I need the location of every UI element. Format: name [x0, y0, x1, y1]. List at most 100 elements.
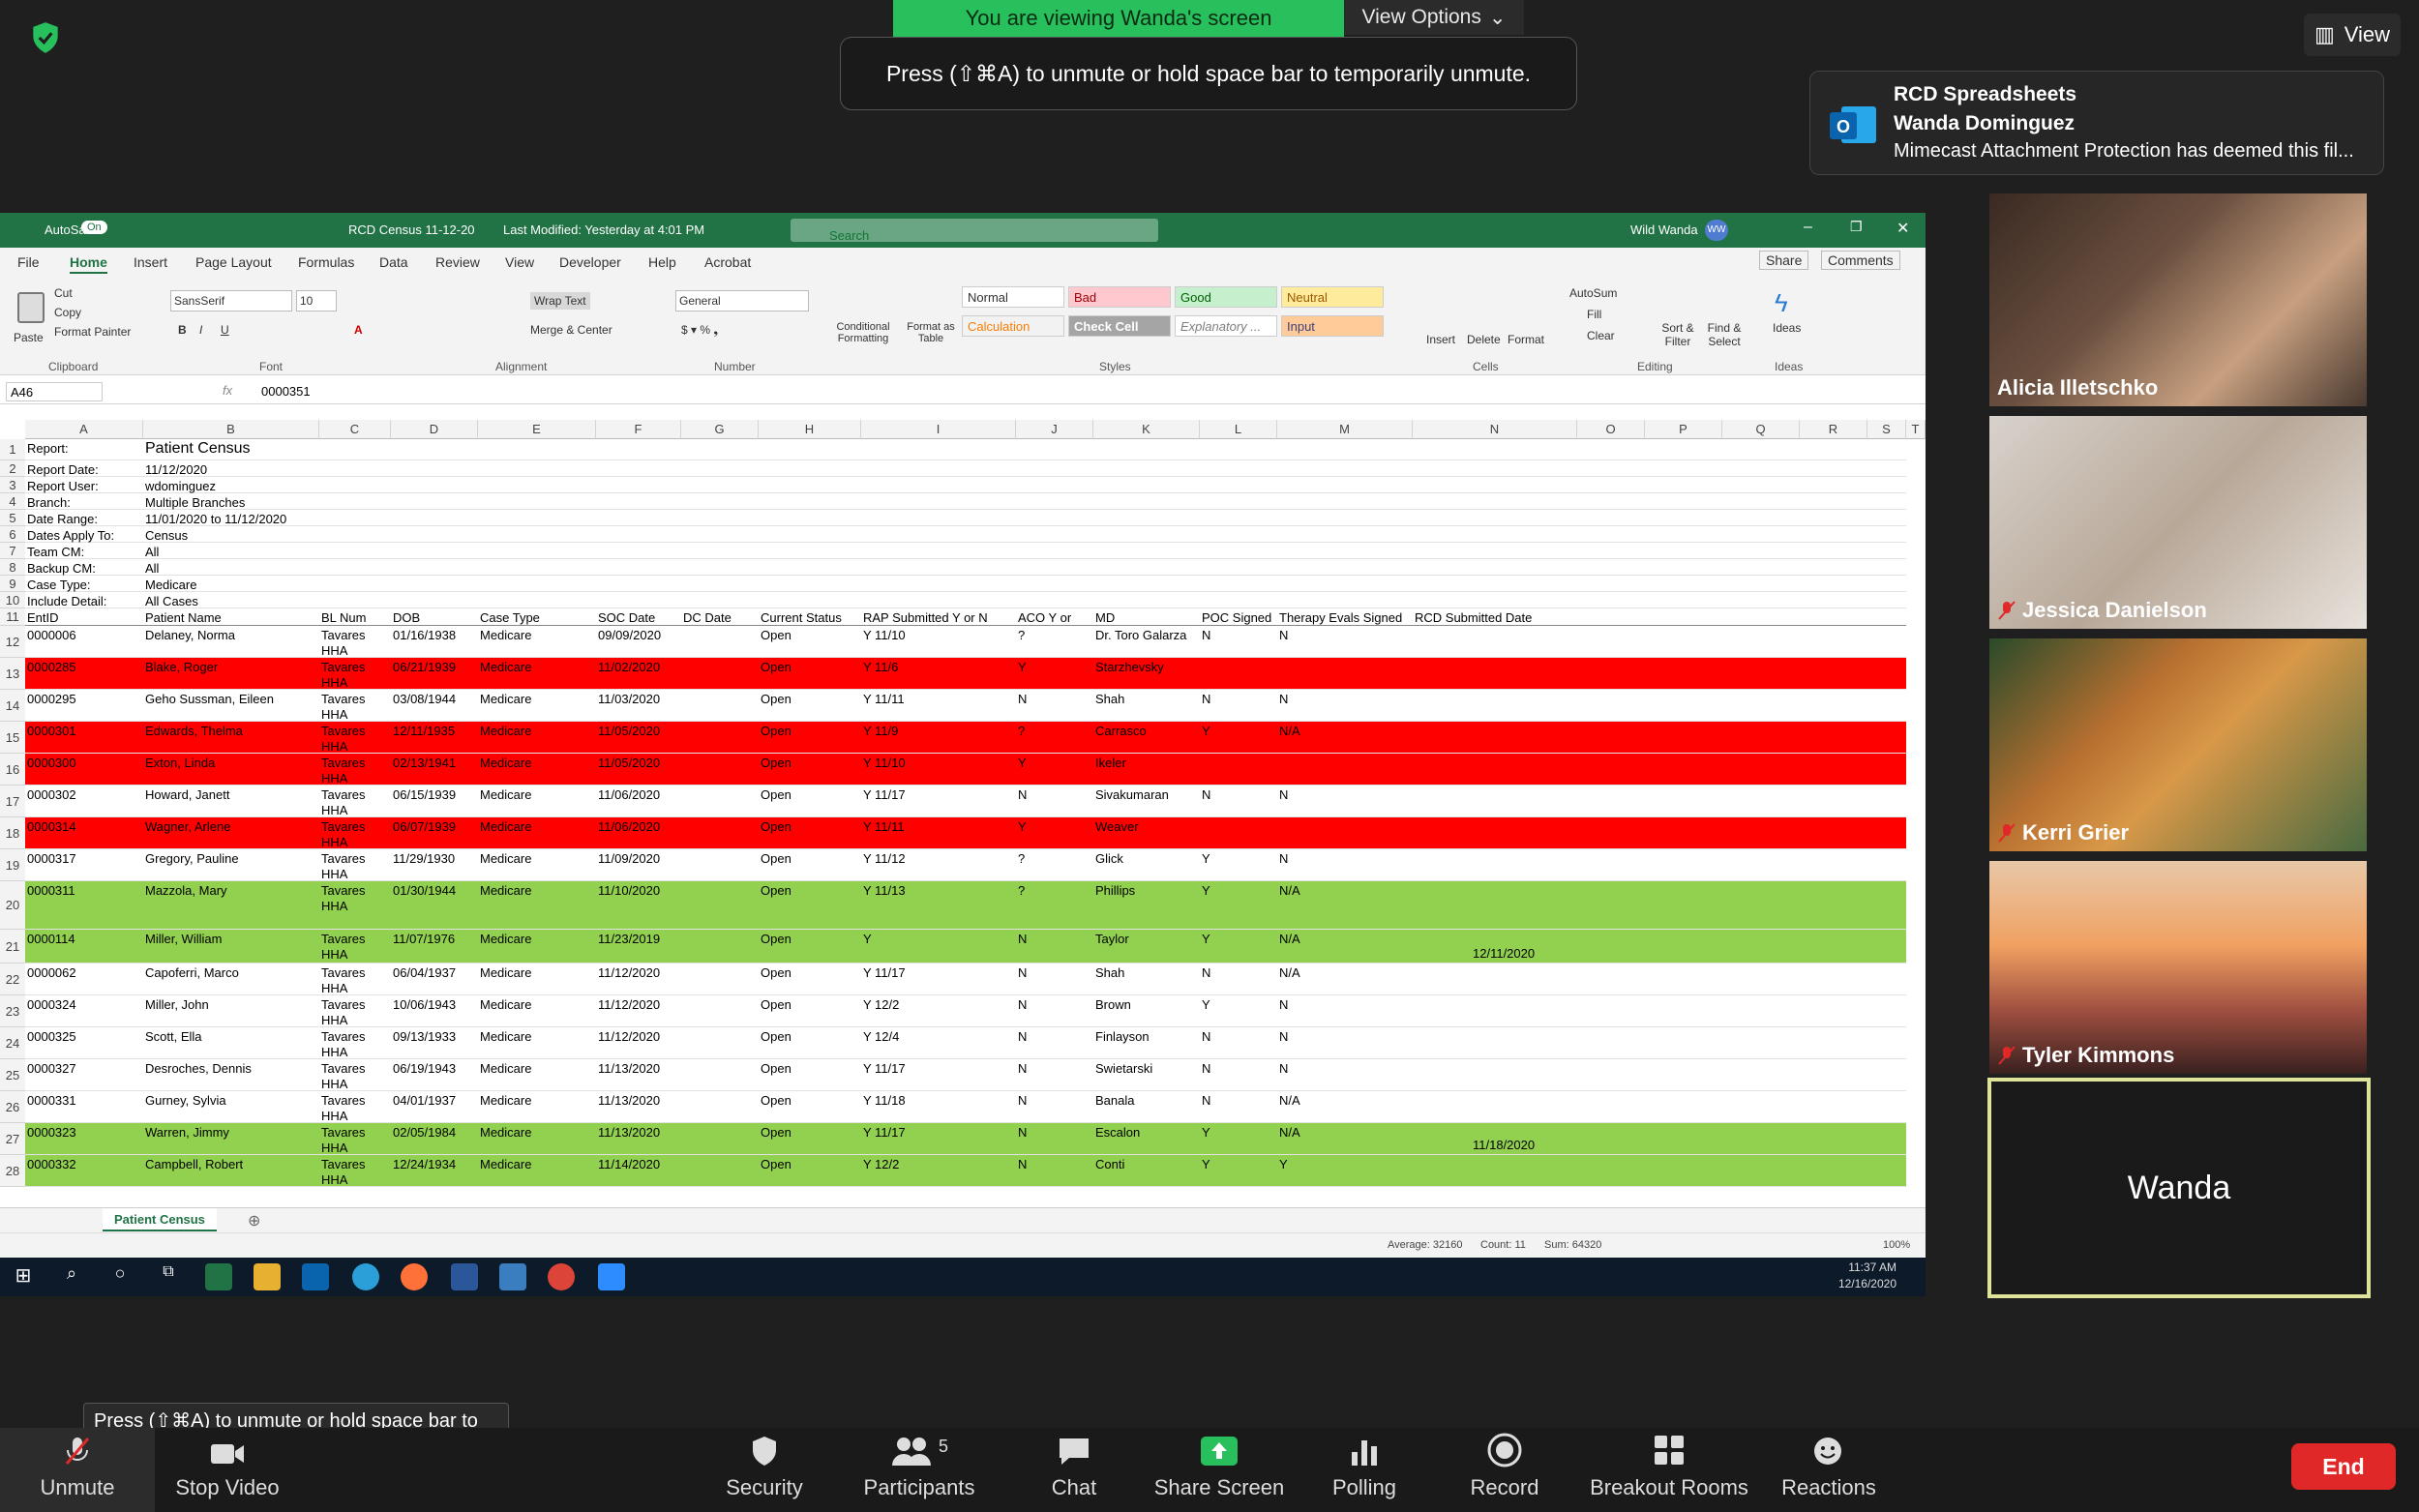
- chrome-icon[interactable]: [548, 1263, 575, 1290]
- comments-button[interactable]: Comments: [1821, 251, 1900, 270]
- cell[interactable]: Open: [761, 883, 859, 899]
- cell[interactable]: Y 11/11: [863, 819, 1014, 835]
- cell[interactable]: BL Num: [321, 610, 389, 626]
- column-header-m[interactable]: M: [1277, 420, 1413, 439]
- cell[interactable]: Y 11/10: [863, 628, 1014, 643]
- delete-cells-button[interactable]: Delete: [1467, 333, 1501, 346]
- firefox-icon[interactable]: [401, 1263, 428, 1290]
- cell[interactable]: N: [1018, 1093, 1091, 1109]
- row-header[interactable]: 20: [0, 881, 25, 930]
- cell[interactable]: RAP Submitted Y or N: [863, 610, 1014, 626]
- column-header-i[interactable]: I: [861, 420, 1016, 439]
- cell[interactable]: Exton, Linda: [145, 756, 317, 771]
- row-header[interactable]: 28: [0, 1155, 25, 1187]
- cell[interactable]: Warren, Jimmy: [145, 1125, 317, 1141]
- cell[interactable]: N: [1202, 787, 1275, 803]
- cell[interactable]: Tavares HHA: [321, 1157, 389, 1188]
- cell[interactable]: N/A: [1279, 1125, 1411, 1141]
- cell[interactable]: Report:: [27, 441, 141, 457]
- cell[interactable]: 0000325: [27, 1029, 141, 1045]
- table-row[interactable]: 0000302 Howard, Janett Tavares HHA 06/15/19…: [25, 786, 1906, 817]
- cell[interactable]: Team CM:: [27, 545, 141, 560]
- column-header-l[interactable]: L: [1200, 420, 1277, 439]
- cell[interactable]: 0000062: [27, 965, 141, 981]
- table-row[interactable]: 0000327 Desroches, Dennis Tavares HHA 06/19…: [25, 1059, 1906, 1091]
- table-row[interactable]: 0000114 Miller, William Tavares HHA 11/07/1…: [25, 930, 1906, 964]
- cell[interactable]: N/A: [1279, 965, 1411, 981]
- windows-start-icon[interactable]: ⊞: [10, 1263, 37, 1290]
- cell[interactable]: N: [1018, 932, 1091, 947]
- column-header-g[interactable]: G: [681, 420, 759, 439]
- style-normal[interactable]: Normal: [962, 286, 1064, 308]
- table-row[interactable]: 0000295 Geho Sussman, Eileen Tavares HHA 03…: [25, 690, 1906, 722]
- cell[interactable]: Escalon: [1095, 1125, 1198, 1141]
- table-row[interactable]: 0000325 Scott, Ella Tavares HHA 09/13/1933 M…: [25, 1027, 1906, 1059]
- tab-formulas[interactable]: Formulas: [298, 254, 354, 270]
- cell[interactable]: 0000317: [27, 851, 141, 867]
- cell[interactable]: Conti: [1095, 1157, 1198, 1172]
- cell[interactable]: 0000327: [27, 1061, 141, 1077]
- sort-filter-button[interactable]: Sort & Filter: [1655, 321, 1701, 348]
- row-header[interactable]: 25: [0, 1059, 25, 1091]
- table-row[interactable]: 0000062 Capoferri, Marco Tavares HHA 06/04/…: [25, 964, 1906, 995]
- cell[interactable]: Delaney, Norma: [145, 628, 317, 643]
- font-size-select[interactable]: 10: [296, 290, 337, 311]
- row-header[interactable]: 10: [0, 592, 25, 608]
- cell[interactable]: POC Signed: [1202, 610, 1275, 626]
- cell[interactable]: 11/29/1930: [393, 851, 476, 867]
- stop-video-button[interactable]: Stop Video: [155, 1428, 300, 1512]
- merge-center-button[interactable]: Merge & Center: [530, 323, 612, 337]
- cell[interactable]: N: [1202, 965, 1275, 981]
- cell[interactable]: N: [1279, 1061, 1411, 1077]
- function-icon[interactable]: fx: [223, 383, 232, 398]
- cell[interactable]: wdominguez: [145, 479, 432, 494]
- row-header[interactable]: 1: [0, 439, 25, 460]
- row-header[interactable]: 24: [0, 1027, 25, 1059]
- conditional-formatting-button[interactable]: Conditional Formatting: [832, 321, 894, 344]
- cell[interactable]: 11/12/2020: [598, 965, 679, 981]
- table-row[interactable]: 0000311 Mazzola, Mary Tavares HHA 01/30/194…: [25, 881, 1906, 930]
- cell[interactable]: Blake, Roger: [145, 660, 317, 675]
- column-header-d[interactable]: D: [391, 420, 478, 439]
- row-header[interactable]: 21: [0, 930, 25, 964]
- style-input[interactable]: Input: [1281, 315, 1384, 337]
- row-header[interactable]: 2: [0, 460, 25, 477]
- cell[interactable]: Census: [145, 528, 432, 544]
- cell[interactable]: 11/05/2020: [598, 724, 679, 739]
- cell[interactable]: N/A: [1279, 932, 1411, 947]
- cell[interactable]: N: [1279, 628, 1411, 643]
- cell[interactable]: 06/07/1939: [393, 819, 476, 835]
- style-good[interactable]: Good: [1175, 286, 1277, 308]
- cell[interactable]: Tavares HHA: [321, 692, 389, 723]
- polling-button[interactable]: Polling: [1316, 1428, 1413, 1512]
- zoom-level[interactable]: 100%: [1883, 1239, 1910, 1251]
- cell[interactable]: DOB: [393, 610, 476, 626]
- taskbar-clock[interactable]: 11:37 AM 12/16/2020: [1838, 1260, 1896, 1292]
- cell[interactable]: 0000300: [27, 756, 141, 771]
- row-header[interactable]: 3: [0, 477, 25, 493]
- cell[interactable]: 06/21/1939: [393, 660, 476, 675]
- cell[interactable]: Case Type: [480, 610, 594, 626]
- cell[interactable]: 11/13/2020: [598, 1125, 679, 1141]
- cell[interactable]: Open: [761, 819, 859, 835]
- sheet-tab-patient-census[interactable]: Patient Census: [103, 1208, 217, 1231]
- cell[interactable]: N: [1202, 1093, 1275, 1109]
- column-header-s[interactable]: S: [1867, 420, 1906, 439]
- cell[interactable]: Open: [761, 787, 859, 803]
- restore-icon[interactable]: ❐: [1850, 219, 1863, 235]
- task-view-icon[interactable]: ⧉: [155, 1263, 182, 1290]
- outlook-notification[interactable]: O RCD Spreadsheets Wanda Dominguez Mimec…: [1809, 71, 2384, 175]
- excel-taskbar-icon[interactable]: [205, 1263, 232, 1290]
- cell[interactable]: Y: [1202, 1125, 1275, 1141]
- column-header-a[interactable]: A: [25, 420, 143, 439]
- cell[interactable]: ?: [1018, 724, 1091, 739]
- cell[interactable]: N: [1202, 1061, 1275, 1077]
- cortana-icon[interactable]: ○: [106, 1263, 134, 1290]
- cell[interactable]: Open: [761, 851, 859, 867]
- cell[interactable]: All: [145, 545, 432, 560]
- cell[interactable]: N/A: [1279, 724, 1411, 739]
- cell[interactable]: Medicare: [480, 1157, 594, 1172]
- cell[interactable]: 11/18/2020: [1473, 1138, 1575, 1153]
- row-header[interactable]: 14: [0, 690, 25, 722]
- column-header-e[interactable]: E: [478, 420, 596, 439]
